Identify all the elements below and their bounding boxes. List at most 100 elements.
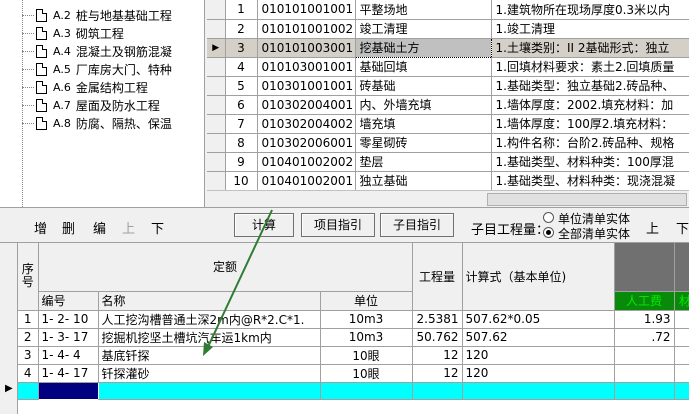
row-code[interactable]: 010401002002 — [257, 152, 356, 172]
row-name[interactable]: 基础回填 — [355, 57, 492, 77]
item-guide-button[interactable]: 项目指引 — [301, 213, 375, 237]
quota-code[interactable]: 1- 2- 10 — [38, 310, 99, 329]
row-code[interactable]: 010302006001 — [257, 133, 356, 153]
row-code[interactable]: 010101001002 — [257, 19, 356, 39]
new-row-formula-cell[interactable] — [462, 382, 615, 400]
quota-material[interactable] — [674, 310, 689, 329]
quota-code[interactable]: 1- 3- 17 — [38, 328, 99, 347]
quota-name[interactable]: 基底钎探 — [98, 346, 321, 365]
row-name[interactable]: 竣工清理 — [355, 19, 492, 39]
quota-labor[interactable]: .72 — [614, 328, 675, 347]
add-button[interactable]: 增 — [34, 218, 47, 237]
tree-item[interactable]: A.5 厂库房大门、特种 — [36, 60, 172, 78]
row-name[interactable]: 垫层 — [355, 152, 492, 172]
tree-item[interactable]: A.7 屋面及防水工程 — [36, 96, 160, 114]
quota-formula[interactable]: 120 — [462, 346, 615, 365]
row-code[interactable]: 010302004002 — [257, 114, 356, 134]
row-code[interactable]: 010101003001 — [257, 38, 356, 58]
new-row-code-cell[interactable] — [37, 381, 99, 400]
row-code[interactable]: 010301001001 — [257, 76, 356, 96]
quota-quantity[interactable]: 12 — [412, 364, 463, 383]
new-entry-row[interactable] — [18, 381, 689, 400]
quota-quantity[interactable]: 12 — [412, 346, 463, 365]
quota-labor[interactable] — [614, 364, 675, 383]
radio-unit-entity[interactable] — [543, 212, 554, 223]
row-name[interactable]: 砖基础 — [355, 76, 492, 96]
scrollbar-thumb[interactable] — [487, 193, 687, 206]
quota-formula[interactable]: 120 — [462, 364, 615, 383]
quota-unit[interactable]: 10眼 — [320, 364, 413, 383]
sub-move-down-button[interactable]: 下 — [676, 218, 689, 237]
bill-item-row[interactable]: 4 010103001001 基础回填 1.回填材料要求：素土2.回填质量 — [207, 57, 689, 77]
quota-unit[interactable]: 10m3 — [320, 328, 413, 347]
row-name[interactable]: 零星砌砖 — [355, 133, 492, 153]
tree-item[interactable]: A.6 金属结构工程 — [36, 78, 148, 96]
quota-row[interactable]: 4 1- 4- 17 钎探灌砂 10眼 12 120 — [18, 364, 689, 383]
row-description[interactable]: 1.竣工清理 — [491, 19, 689, 39]
quota-quantity[interactable]: 2.5381 — [412, 310, 463, 329]
row-description[interactable]: 1.基础类型、材料种类：100厚混 — [491, 152, 689, 172]
delete-button[interactable]: 删 — [62, 218, 75, 237]
row-code[interactable]: 010302004001 — [257, 95, 356, 115]
radio-all-entity[interactable] — [543, 227, 554, 238]
tree-item[interactable]: A.4 混凝土及钢筋混凝 — [36, 42, 172, 60]
quota-formula[interactable]: 507.62 — [462, 328, 615, 347]
quota-row[interactable]: 1 1- 2- 10 人工挖沟槽普通土深2m内@R*2.C*1. 10m3 2.5381… — [18, 310, 689, 329]
quota-items-grid[interactable]: ▶ 序号 定额 工程量 计算式（基本单位) 编号 名称 单位 人工费 材料 11… — [0, 243, 689, 414]
tree-item[interactable]: A.8 防腐、隔热、保温 — [36, 114, 172, 132]
bill-item-row[interactable]: 2 010101001002 竣工清理 1.竣工清理 — [207, 19, 689, 39]
quota-labor[interactable] — [614, 346, 675, 365]
bill-item-row[interactable]: ▶ 3 010101003001 挖基础土方 1.土壤类别：II 2基础形式：独立 — [207, 37, 689, 58]
bill-item-row[interactable]: 6 010302004001 内、外墙充填 1.墙体厚度：2002.填充材料：加 — [207, 95, 689, 115]
quota-row[interactable]: 3 1- 4- 4 基底钎探 10眼 12 120 — [18, 346, 689, 365]
row-description[interactable]: 1.基础类型：独立基础2.砖品种、 — [491, 76, 689, 96]
new-row-material-cell[interactable] — [674, 382, 689, 400]
quota-name[interactable]: 钎探灌砂 — [98, 364, 321, 383]
row-description[interactable]: 1.回填材料要求：素土2.回填质量 — [491, 57, 689, 77]
tree-item[interactable]: A.3 砌筑工程 — [36, 24, 124, 42]
bill-item-row[interactable]: 5 010301001001 砖基础 1.基础类型：独立基础2.砖品种、 — [207, 76, 689, 96]
quota-formula[interactable]: 507.62*0.05 — [462, 310, 615, 329]
quota-unit[interactable]: 10m3 — [320, 310, 413, 329]
quota-labor[interactable]: 1.93 — [614, 310, 675, 329]
quota-material[interactable] — [674, 328, 689, 347]
quota-unit[interactable]: 10眼 — [320, 346, 413, 365]
new-row-labor-cell[interactable] — [614, 382, 675, 400]
move-up-button[interactable]: 上 — [122, 218, 135, 237]
row-name[interactable]: 平整场地 — [355, 0, 492, 20]
new-row-name-cell[interactable] — [98, 382, 321, 400]
quota-code[interactable]: 1- 4- 4 — [38, 346, 99, 365]
row-description[interactable]: 1.墙体厚度：100厚2.填充材料： — [491, 114, 689, 134]
row-code[interactable]: 010101001001 — [257, 0, 356, 20]
horizontal-scrollbar[interactable] — [207, 190, 689, 207]
bill-item-row[interactable]: 7 010302004002 墙充填 1.墙体厚度：100厚2.填充材料： — [207, 114, 689, 134]
row-description[interactable]: 1.墙体厚度：2002.填充材料：加 — [491, 95, 689, 115]
bill-item-row[interactable]: 9 010401002002 垫层 1.基础类型、材料种类：100厚混 — [207, 152, 689, 172]
tree-item[interactable]: A.2 桩与地基基础工程 — [36, 6, 172, 24]
sub-move-up-button[interactable]: 上 — [646, 218, 659, 237]
bill-items-grid[interactable]: 1 010101001001 平整场地 1.建筑物所在现场厚度0.3米以内 2 01010… — [207, 0, 689, 190]
new-row-unit-cell[interactable] — [320, 382, 413, 400]
quota-material[interactable] — [674, 346, 689, 365]
quota-name[interactable]: 人工挖沟槽普通土深2m内@R*2.C*1. — [98, 310, 321, 329]
edit-button[interactable]: 编 — [93, 218, 106, 237]
row-code[interactable]: 010401002001 — [257, 171, 356, 190]
bill-item-row[interactable]: 1 010101001001 平整场地 1.建筑物所在现场厚度0.3米以内 — [207, 0, 689, 20]
quota-quantity[interactable]: 50.762 — [412, 328, 463, 347]
row-name[interactable]: 墙充填 — [355, 114, 492, 134]
row-description[interactable]: 1.基础类型、材料种类：现浇混凝 — [491, 171, 689, 190]
row-description[interactable]: 1.构件名称：台阶2.砖品种、规格 — [491, 133, 689, 153]
row-description[interactable]: 1.建筑物所在现场厚度0.3米以内 — [491, 0, 689, 20]
row-name[interactable]: 挖基础土方 — [354, 37, 492, 58]
calculate-button[interactable]: 计算 — [234, 213, 294, 237]
new-row-qty-cell[interactable] — [412, 382, 463, 400]
quota-code[interactable]: 1- 4- 17 — [38, 364, 99, 383]
bill-item-row[interactable]: 8 010302006001 零星砌砖 1.构件名称：台阶2.砖品种、规格 — [207, 133, 689, 153]
quota-chapter-tree[interactable]: A.2 桩与地基基础工程 A.3 砌筑工程 A.4 混凝土及钢筋混凝 A.5 厂库房大门、特种… — [0, 0, 205, 207]
row-description[interactable]: 1.土壤类别：II 2基础形式：独立 — [491, 38, 689, 58]
quota-name[interactable]: 挖掘机挖坚土槽坑汽车运1km内 — [98, 328, 321, 347]
bill-item-row[interactable]: 10 010401002001 独立基础 1.基础类型、材料种类：现浇混凝 — [207, 171, 689, 190]
quota-row[interactable]: 2 1- 3- 17 挖掘机挖坚土槽坑汽车运1km内 10m3 50.762 507.62… — [18, 328, 689, 347]
row-name[interactable]: 内、外墙充填 — [355, 95, 492, 115]
row-name[interactable]: 独立基础 — [355, 171, 492, 190]
